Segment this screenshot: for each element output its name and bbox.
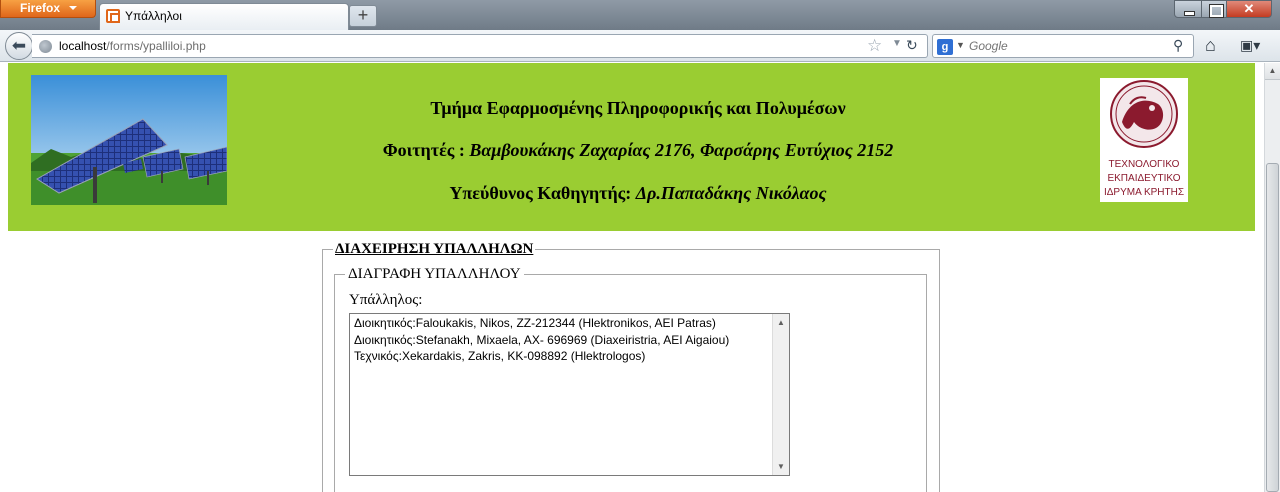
reload-icon[interactable]: ↻ (906, 37, 918, 54)
navigation-toolbar: ⬅ localhost/forms/ypalliloi.php ☆ ▼ ↻ g … (0, 30, 1280, 62)
header-banner: Τμήμα Εφαρμοσμένης Πληροφορικής και Πολυ… (8, 63, 1255, 231)
search-input[interactable] (969, 37, 1169, 55)
students-label: Φοιτητές : (382, 140, 470, 160)
list-item[interactable]: Τεχνικός:Xekardakis, Zakris, KK-098892 (… (354, 349, 645, 363)
bookmark-star-icon[interactable]: ☆ (867, 36, 882, 56)
back-arrow-icon: ⬅ (11, 36, 27, 55)
minimize-button[interactable] (1174, 0, 1202, 18)
department-title: Τμήμα Εφαρμοσμένης Πληροφορικής και Πολυ… (430, 98, 846, 118)
tab-ypalliloi[interactable]: Υπάλληλοι (99, 3, 349, 30)
employee-management-fieldset: ΔΙΑΧΕΙΡΗΣΗ ΥΠΑΛΛΗΛΩΝ ΔΙΑΓΡΑΦΗ ΥΠΑΛΛΗΛΟΥ … (322, 241, 940, 492)
logo-line-1: ΤΕΧΝΟΛΟΓΙΚΟ (1109, 159, 1180, 170)
search-bar[interactable]: g ▼ ⚲ (932, 34, 1194, 58)
search-engine-dropdown-icon[interactable]: ▼ (956, 40, 965, 50)
search-engine-icon[interactable]: g (937, 39, 953, 55)
list-scrollbar[interactable]: ▲ ▼ (772, 314, 789, 475)
scroll-up-icon[interactable]: ▲ (773, 314, 789, 331)
firefox-menu-button[interactable]: Firefox (0, 0, 96, 18)
delete-employee-fieldset: ΔΙΑΓΡΑΦΗ ΥΠΑΛΛΗΛΟΥ Υπάλληλος: Διοικητικό… (334, 266, 927, 492)
tei-crete-logo: ΤΕΧΝΟΛΟΓΙΚΟ ΕΚΠΑΙΔΕΥΤΙΚΟ ΙΔΡΥΜΑ ΚΡΗΤΗΣ (1100, 78, 1188, 202)
tab-title: Υπάλληλοι (125, 9, 182, 23)
address-bar[interactable]: localhost/forms/ypalliloi.php ☆ ▼ ↻ (32, 34, 928, 58)
globe-icon (39, 40, 52, 53)
supervisor-label: Υπεύθυνος Καθηγητής: (449, 183, 636, 203)
solar-panel-image (31, 75, 227, 205)
employee-management-legend: ΔΙΑΧΕΙΡΗΣΗ ΥΠΑΛΛΗΛΩΝ (333, 241, 536, 258)
favicon-icon (106, 9, 120, 23)
students-line: Φοιτητές : Βαμβουκάκης Ζαχαρίας 2176, Φα… (258, 140, 1018, 161)
students-names: Βαμβουκάκης Ζαχαρίας 2176, Φαρσάρης Ευτύ… (469, 140, 894, 160)
close-window-button[interactable]: ✕ (1226, 0, 1272, 18)
search-icon[interactable]: ⚲ (1173, 37, 1183, 54)
maximize-button[interactable] (1201, 0, 1227, 18)
url-path: /forms/ypalliloi.php (106, 39, 206, 53)
scrollbar-thumb[interactable] (1266, 163, 1279, 492)
list-item[interactable]: Διοικητικός:Faloukakis, Nikos, ZZ-212344… (354, 316, 716, 330)
scroll-down-icon[interactable]: ▼ (773, 458, 789, 475)
bookmarks-menu-icon[interactable]: ▣▾ (1240, 37, 1270, 55)
logo-line-2: ΕΚΠΑΙΔΕΥΤΙΚΟ (1107, 173, 1180, 184)
logo-line-3: ΙΔΡΥΜΑ ΚΡΗΤΗΣ (1104, 187, 1184, 198)
chevron-down-icon (69, 6, 77, 10)
employee-select-list[interactable]: Διοικητικός:Faloukakis, Nikos, ZZ-212344… (349, 313, 790, 476)
url-host: localhost (59, 39, 107, 53)
page-viewport: Τμήμα Εφαρμοσμένης Πληροφορικής και Πολυ… (0, 63, 1264, 492)
home-icon[interactable]: ⌂ (1205, 36, 1216, 54)
url-text[interactable]: localhost/forms/ypalliloi.php (59, 39, 206, 53)
supervisor-name: Δρ.Παπαδάκης Νικόλαος (635, 183, 827, 203)
delete-employee-legend: ΔΙΑΓΡΑΦΗ ΥΠΑΛΛΗΛΟΥ (345, 266, 524, 283)
browser-titlebar: Firefox Υπάλληλοι + ✕ (0, 0, 1280, 30)
firefox-menu-label: Firefox (20, 1, 61, 15)
scroll-up-icon[interactable]: ▲ (1265, 63, 1280, 80)
new-tab-button[interactable]: + (349, 5, 377, 27)
page-scrollbar[interactable]: ▲ (1264, 63, 1280, 492)
back-button[interactable]: ⬅ (5, 32, 33, 60)
employee-field-label: Υπάλληλος: (349, 292, 423, 308)
supervisor-line: Υπεύθυνος Καθηγητής: Δρ.Παπαδάκης Νικόλα… (258, 183, 1018, 204)
list-item[interactable]: Διοικητικός:Stefanakh, Mixaela, AX- 6969… (354, 333, 729, 347)
history-dropdown-icon[interactable]: ▼ (892, 38, 902, 49)
